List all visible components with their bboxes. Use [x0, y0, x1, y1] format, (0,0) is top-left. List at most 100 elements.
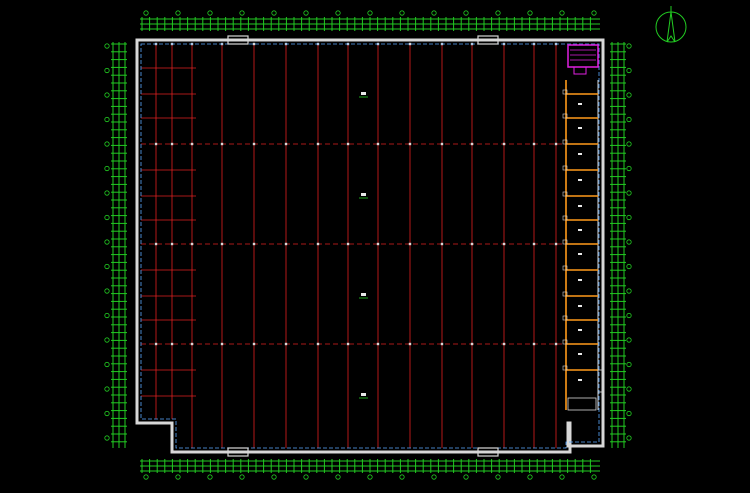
axis-bubble: [626, 410, 632, 417]
column-marker: [532, 242, 536, 246]
column-marker: [346, 242, 350, 246]
axis-bubble: [175, 10, 181, 16]
hall-tag: [361, 92, 366, 95]
axis-bubble: [175, 474, 181, 480]
room-tag: [578, 205, 582, 207]
dimension-chains: [111, 17, 626, 473]
column-marker: [284, 242, 288, 246]
column-marker: [502, 242, 506, 246]
axis-bubble: [463, 474, 469, 480]
column-marker: [502, 142, 506, 146]
column-marker: [440, 142, 444, 146]
column-marker: [252, 342, 256, 346]
column-marker: [154, 342, 158, 346]
axis-bubble: [104, 361, 110, 368]
axis-bubble: [104, 67, 110, 74]
column-marker: [470, 242, 474, 246]
column-marker: [408, 142, 412, 146]
column-marker: [252, 242, 256, 246]
cad-viewport[interactable]: [0, 0, 750, 489]
column-marker: [408, 242, 412, 246]
room-tag: [578, 329, 582, 331]
axis-bubble: [626, 361, 632, 368]
axis-bubble: [143, 10, 149, 16]
axis-bubble: [104, 190, 110, 196]
axis-bubble: [367, 10, 373, 16]
axis-bubble: [463, 10, 469, 16]
column-marker: [170, 242, 174, 246]
axis-bubble: [626, 190, 632, 196]
axis-bubble: [271, 474, 277, 480]
column-marker: [220, 142, 224, 146]
axis-bubble: [104, 312, 110, 319]
axis-bubble: [367, 474, 373, 480]
axis-bubble: [626, 386, 632, 392]
axis-bubble: [399, 474, 405, 480]
toilet-block: [567, 397, 597, 411]
axis-bubble: [626, 239, 632, 245]
axis-bubble: [626, 116, 632, 123]
axis-bubble: [626, 288, 632, 294]
axis-bubble: [104, 263, 110, 270]
axis-bubble: [626, 141, 632, 147]
column-marker: [502, 342, 506, 346]
axis-bubble: [399, 10, 405, 16]
axis-bubble: [626, 165, 632, 172]
stair-block: [567, 44, 599, 75]
column-marker: [252, 42, 256, 46]
office-rooms: [562, 80, 604, 411]
column-marker: [316, 142, 320, 146]
column-marker: [408, 342, 412, 346]
axis-bubble: [626, 92, 632, 98]
axis-bubble: [559, 10, 565, 16]
axis-bubble: [559, 474, 565, 480]
axis-bubble: [104, 116, 110, 123]
column-marker: [170, 142, 174, 146]
axis-bubble: [104, 214, 110, 221]
room-tag: [578, 379, 582, 381]
column-marker: [220, 342, 224, 346]
column-marker: [554, 142, 558, 146]
column-marker: [220, 242, 224, 246]
axis-bubble: [104, 141, 110, 147]
column-marker: [316, 242, 320, 246]
column-marker: [470, 342, 474, 346]
axis-bubble: [104, 386, 110, 392]
column-marker: [190, 242, 194, 246]
axis-bubble: [626, 337, 632, 343]
axis-bubble: [335, 474, 341, 480]
column-marker: [554, 242, 558, 246]
column-marker: [346, 142, 350, 146]
room-tag: [578, 253, 582, 255]
axis-bubble: [495, 10, 501, 16]
axis-bubble: [104, 239, 110, 245]
room-tag: [578, 353, 582, 355]
north-arrow-icon: [655, 6, 687, 43]
axis-bubble: [431, 474, 437, 480]
axis-bubble: [303, 474, 309, 480]
floor-plan: [104, 6, 687, 480]
axis-bubble: [527, 10, 533, 16]
column-marker: [284, 342, 288, 346]
axis-bubble: [335, 10, 341, 16]
column-marker: [408, 42, 412, 46]
axis-bubble: [626, 435, 632, 441]
axis-bubbles: [104, 10, 632, 480]
axis-bubble: [303, 10, 309, 16]
room-tag: [578, 179, 582, 181]
column-marker: [470, 142, 474, 146]
column-marker: [284, 142, 288, 146]
column-marker: [554, 342, 558, 346]
column-marker: [440, 242, 444, 246]
hall-markers: [359, 92, 368, 399]
column-marker: [252, 142, 256, 146]
column-marker: [154, 142, 158, 146]
column-marker: [190, 342, 194, 346]
axis-bubble: [626, 214, 632, 221]
hall-tag: [361, 293, 366, 296]
axis-bubble: [495, 474, 501, 480]
hall-tag: [361, 193, 366, 196]
hall-tag: [361, 393, 366, 396]
axis-bubble: [591, 10, 597, 16]
column-marker: [190, 142, 194, 146]
